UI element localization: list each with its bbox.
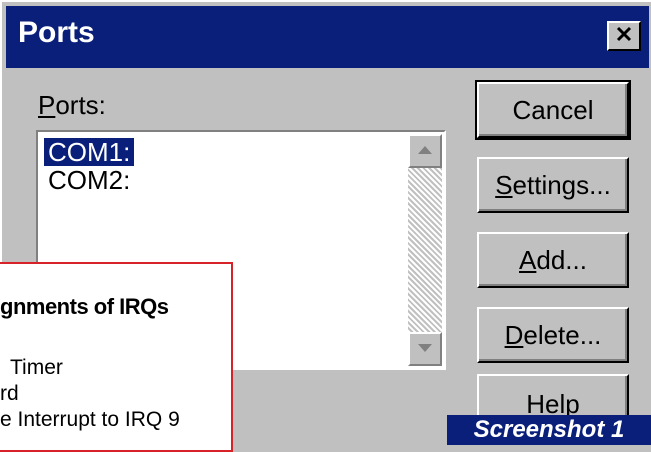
callout-line-1: Timer [10, 356, 63, 379]
vertical-scrollbar[interactable] [408, 134, 442, 366]
cancel-button-label: Cancel [512, 94, 594, 125]
scroll-up-button[interactable] [408, 134, 442, 168]
add-button[interactable]: Add... [477, 232, 629, 288]
scroll-down-arrow-icon [417, 340, 433, 358]
callout-line-3: e Interrupt to IRQ 9 [0, 408, 180, 431]
ports-label-rest: orts: [55, 90, 106, 120]
close-icon [615, 25, 633, 48]
screenshot-caption: Screenshot 1 [447, 415, 651, 445]
close-button[interactable] [607, 21, 641, 51]
cancel-button[interactable]: Cancel [475, 80, 631, 140]
settings-button-label: ettings... [512, 169, 611, 200]
delete-button[interactable]: Delete... [477, 307, 629, 363]
ports-label: Ports: [38, 90, 106, 121]
ports-label-mnemonic: P [38, 90, 56, 120]
callout-heading: gnments of IRQs [0, 294, 169, 319]
delete-button-label: elete... [523, 319, 602, 350]
irq-assignments-callout: gnments of IRQs Timer rd e Interrupt to … [0, 262, 233, 452]
scroll-down-button[interactable] [408, 332, 442, 366]
scroll-up-arrow-icon [417, 142, 433, 160]
callout-line-2: rd [0, 382, 19, 405]
add-button-label: dd... [536, 244, 587, 275]
delete-mnemonic: D [504, 319, 524, 350]
title-bar: Ports [6, 6, 649, 68]
window-title: Ports [18, 16, 95, 49]
list-item-com2[interactable]: COM2: [44, 166, 134, 194]
settings-mnemonic: S [495, 169, 513, 200]
add-mnemonic: A [519, 244, 537, 275]
list-item-com1[interactable]: COM1: [42, 137, 136, 167]
settings-button[interactable]: Settings... [477, 157, 629, 213]
